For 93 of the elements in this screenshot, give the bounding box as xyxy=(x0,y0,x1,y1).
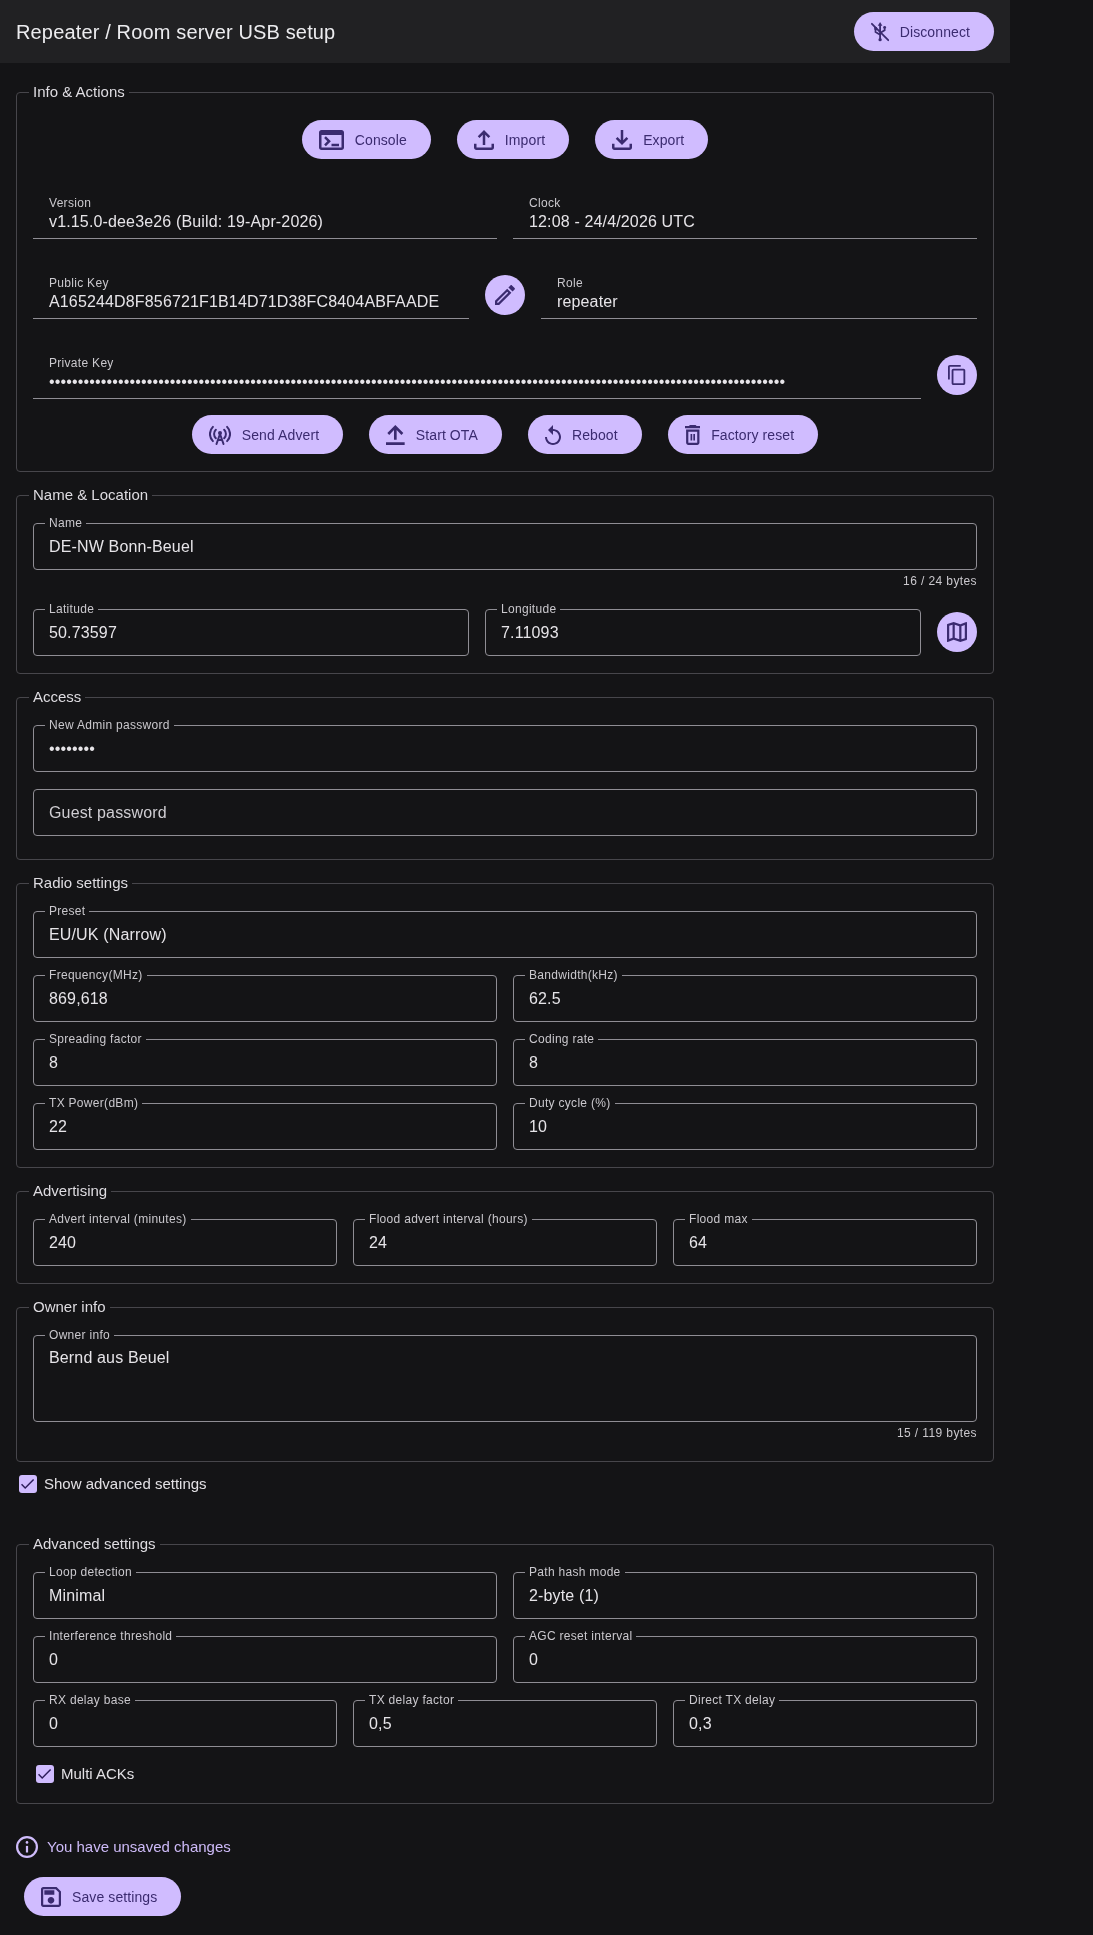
field-value: v1.15.0-dee3e26 (Build: 19-Apr-2026) xyxy=(49,212,325,232)
reboot-button[interactable]: Reboot xyxy=(527,415,642,454)
field-label: Coding rate xyxy=(525,1032,599,1047)
field-label: Duty cycle (%) xyxy=(525,1096,615,1111)
group-title: Name & Location xyxy=(32,486,150,504)
checkbox-label: Show advanced settings xyxy=(44,1474,207,1494)
save-settings-button[interactable]: Save settings xyxy=(24,1877,182,1916)
field-value: DE-NW Bonn-Beuel xyxy=(49,536,194,557)
disconnect-button[interactable]: Disconnect xyxy=(853,12,994,51)
field-value: 0,5 xyxy=(369,1713,392,1734)
field-value: repeater xyxy=(557,292,619,312)
field-value: 8 xyxy=(529,1052,539,1073)
factory-reset-button[interactable]: Factory reset xyxy=(667,415,819,454)
field-value: 24 xyxy=(369,1232,388,1253)
page-title: Repeater / Room server USB setup xyxy=(16,19,336,44)
field-label: Advert interval (minutes) xyxy=(45,1212,191,1227)
readonly-field[interactable]: Public Key A165244D8F856721F1B14D71D38FC8404ABFAADE xyxy=(33,275,469,319)
readonly-field[interactable]: Version v1.15.0-dee3e26 (Build: 19-Apr-2026) xyxy=(33,195,497,239)
import-button[interactable]: Import xyxy=(456,120,570,159)
field-label: Longitude xyxy=(497,602,561,617)
checkbox[interactable] xyxy=(36,1765,54,1783)
group-title: Access xyxy=(32,688,83,706)
group-title: Owner info xyxy=(32,1298,107,1316)
field-label: TX delay factor xyxy=(365,1693,459,1708)
field-value: A165244D8F856721F1B14D71D38FC8404ABFAADE xyxy=(49,292,441,312)
field-label: Private Key xyxy=(49,355,115,371)
group-title: Advertising xyxy=(32,1182,109,1200)
info-icon xyxy=(16,1836,38,1858)
field-value: 12:08 - 24/4/2026 UTC xyxy=(529,212,696,232)
crossed-usb-icon xyxy=(870,21,889,42)
terminal-icon xyxy=(318,129,344,150)
field-value: 10 xyxy=(529,1116,548,1137)
field-label: Frequency(MHz) xyxy=(45,968,147,983)
field-value: 2-byte (1) xyxy=(529,1585,599,1606)
copy-icon xyxy=(948,365,966,385)
field-value: 869,618 xyxy=(49,988,108,1009)
edit-button[interactable] xyxy=(485,275,525,315)
start-ota-button[interactable]: Start OTA xyxy=(369,415,502,454)
download-icon xyxy=(612,129,633,150)
send-advert-button[interactable]: Send Advert xyxy=(191,415,344,454)
field-label: New Admin password xyxy=(45,718,174,733)
field-label: Clock xyxy=(529,195,562,211)
field-value: 0 xyxy=(49,1713,59,1734)
export-button[interactable]: Export xyxy=(595,120,709,159)
status-message: You have unsaved changes xyxy=(47,1837,231,1857)
field-value: 62.5 xyxy=(529,988,561,1009)
group-title: Info & Actions xyxy=(32,83,126,101)
field-value: 240 xyxy=(49,1232,77,1253)
broadcast-tower-icon xyxy=(208,424,231,445)
copy-button[interactable] xyxy=(937,355,977,395)
field-value: •••••••••••••••••••••••••••••••••••••••••••••••••••••••••••••••••••••••••••••••••••••••••••••••••••••••••••••••••••••••••••••••• xyxy=(49,372,787,392)
field-label: Direct TX delay xyxy=(685,1693,780,1708)
field-value: 7.11093 xyxy=(501,622,559,643)
field-value: Bernd aus Beuel xyxy=(49,1348,170,1368)
map-button[interactable] xyxy=(937,612,977,652)
readonly-field[interactable]: Role repeater xyxy=(541,275,977,319)
group-title: Radio settings xyxy=(32,874,130,892)
field-value: 50.73597 xyxy=(49,622,117,643)
field-value: 64 xyxy=(689,1232,708,1253)
checkbox-label: Multi ACKs xyxy=(61,1764,135,1784)
field-label: Bandwidth(kHz) xyxy=(525,968,622,983)
field-value: EU/UK (Narrow) xyxy=(49,924,167,945)
circular-arrow-icon xyxy=(544,424,561,445)
pencil-icon xyxy=(495,285,515,305)
field-label: Loop detection xyxy=(45,1565,136,1580)
field-value: 8 xyxy=(49,1052,59,1073)
field-placeholder: Guest password xyxy=(49,802,167,823)
readonly-field[interactable]: Private Key •••••••••••••••••••••••••••••••••••••••••••••••••••••••••••••••••••••••••••••••••••••••••••••••••••••••••••••••••••••••••••••••• xyxy=(33,355,921,399)
readonly-field[interactable]: Clock 12:08 - 24/4/2026 UTC xyxy=(513,195,977,239)
console-button[interactable]: Console xyxy=(301,120,431,159)
byte-counter: 15 / 119 bytes xyxy=(896,1426,977,1440)
map-icon xyxy=(947,622,967,642)
field-label: Role xyxy=(557,275,584,291)
field-label: Flood advert interval (hours) xyxy=(365,1212,532,1227)
check-icon xyxy=(21,1479,35,1489)
upload-arrow-icon xyxy=(386,424,405,445)
check-icon xyxy=(38,1769,52,1779)
field-value: 0 xyxy=(529,1649,539,1670)
field-value: 0,3 xyxy=(689,1713,712,1734)
field-label: RX delay base xyxy=(45,1693,135,1708)
trash-icon xyxy=(684,424,701,445)
upload-icon xyxy=(473,129,494,150)
field-value: •••••••• xyxy=(49,738,95,759)
byte-counter: 16 / 24 bytes xyxy=(903,574,977,588)
group-title: Advanced settings xyxy=(32,1535,157,1553)
checkbox[interactable] xyxy=(19,1475,37,1493)
field-label: Public Key xyxy=(49,275,110,291)
field-label: Spreading factor xyxy=(45,1032,146,1047)
field-value: 22 xyxy=(49,1116,68,1137)
field-value: Minimal xyxy=(49,1585,106,1606)
field-label: TX Power(dBm) xyxy=(45,1096,143,1111)
field-value: 0 xyxy=(49,1649,59,1670)
field-label: Version xyxy=(49,195,93,211)
